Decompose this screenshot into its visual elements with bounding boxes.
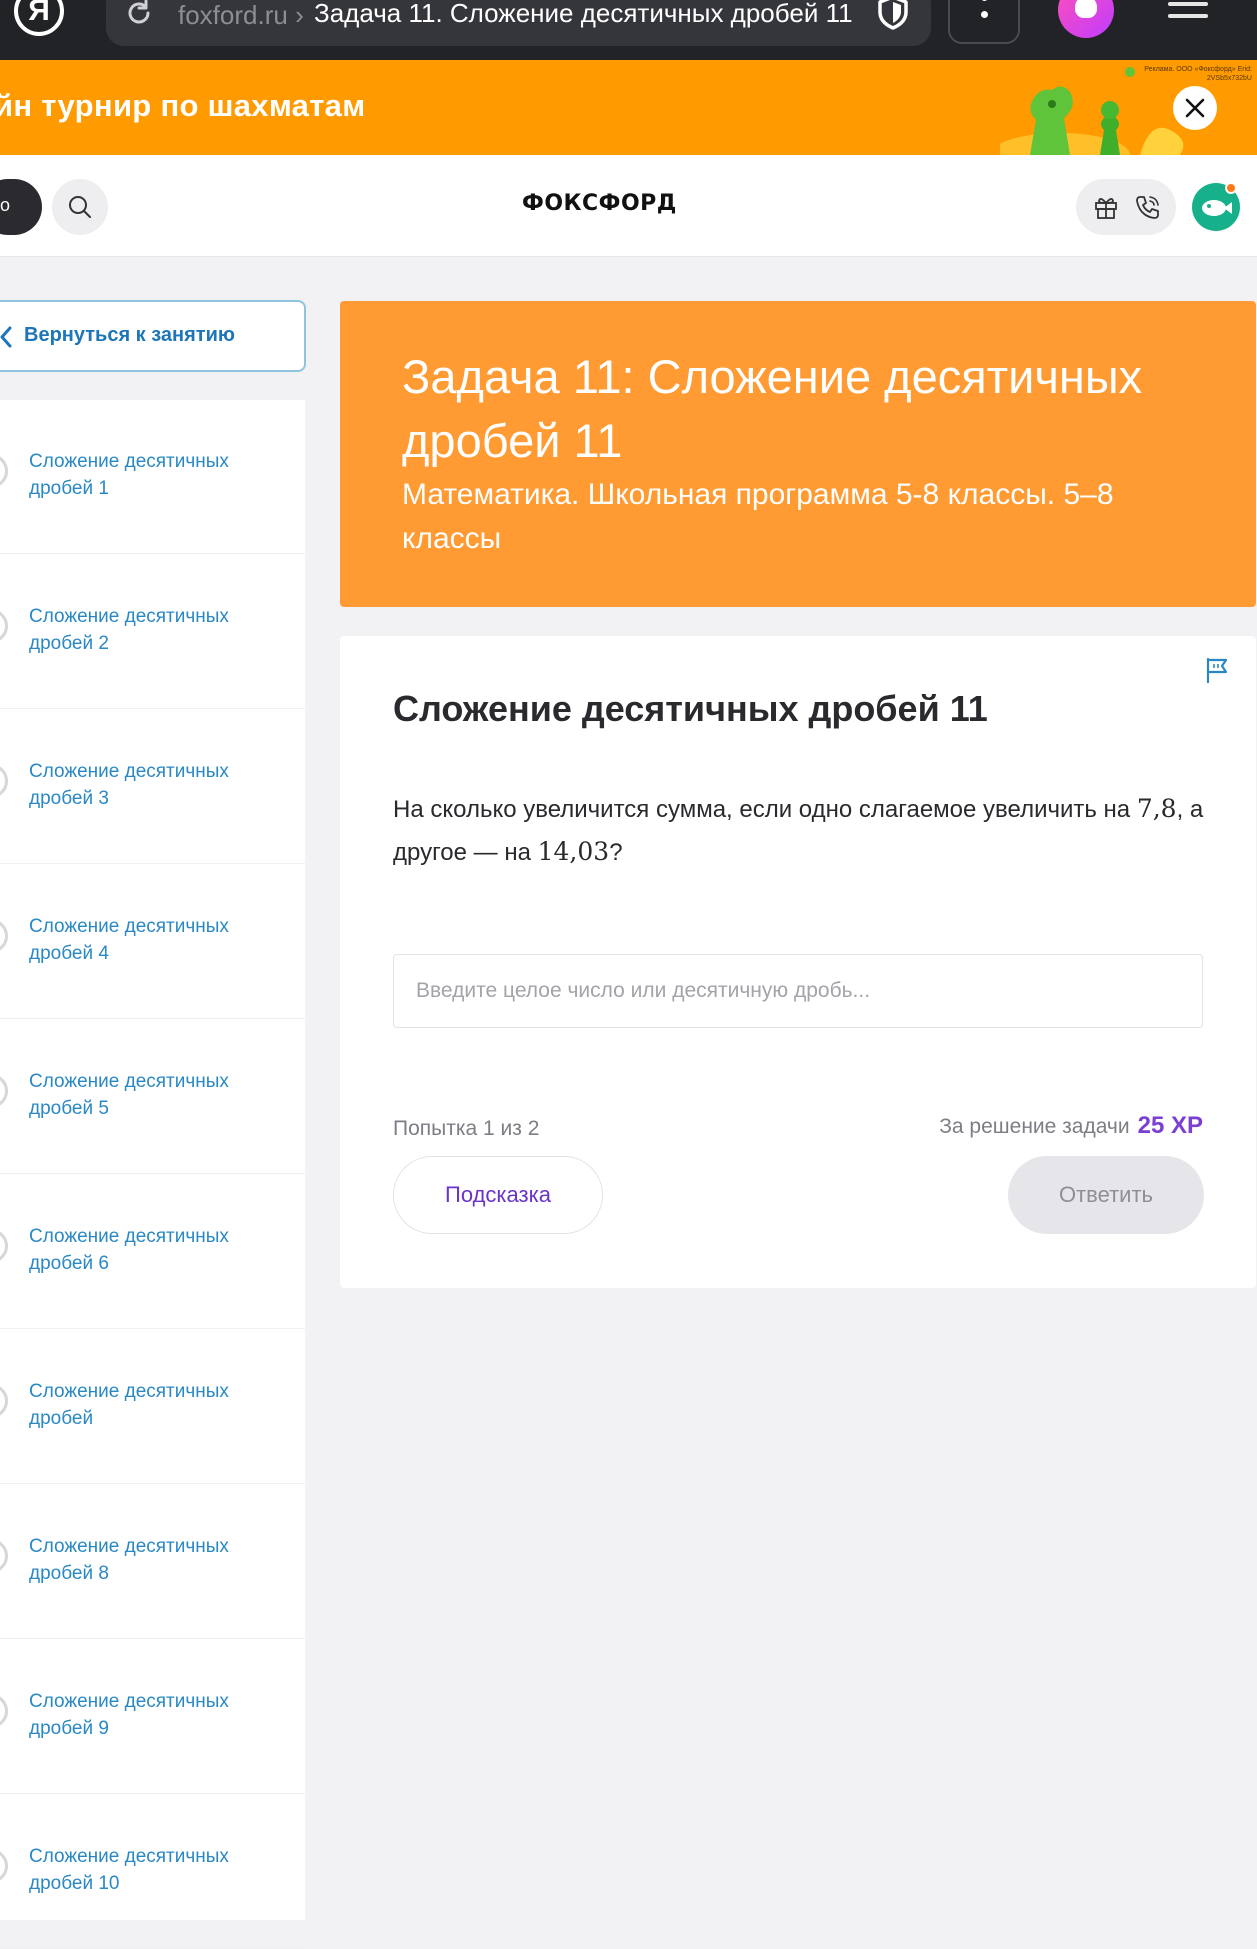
sidebar-item-7[interactable]: Сложение десятичных дробей (0, 1330, 305, 1484)
site-header: о ФОКСФОРД (0, 155, 1257, 257)
question-text: На сколько увеличится сумма, если одно с… (393, 794, 1204, 866)
task-header-card: Задача 11: Сложение десятичных дробей 11… (340, 301, 1256, 607)
sidebar-item-label: Сложение десятичных дробей 10 (29, 1846, 229, 1894)
chevron-left-icon (0, 326, 12, 348)
shield-icon[interactable] (876, 0, 910, 30)
hamburger-icon[interactable] (1168, 2, 1208, 28)
sidebar-item-2[interactable]: Сложение десятичных дробей 2 (0, 555, 305, 709)
ad-text: йн турнир по шахматам (0, 88, 366, 123)
sidebar-item-10[interactable]: Сложение десятичных дробей 10 (0, 1795, 305, 1949)
course-subtitle: Математика. Школьная программа 5-8 класс… (402, 478, 1114, 555)
reward-label: За решение задачи (939, 1115, 1130, 1138)
status-circle-icon (0, 1849, 8, 1883)
sidebar-item-label: Сложение десятичных дробей (29, 1381, 229, 1429)
login-label: о (0, 195, 11, 215)
status-circle-icon (0, 1229, 8, 1263)
sidebar-item-label: Сложение десятичных дробей 6 (29, 1226, 229, 1274)
back-to-lesson-button[interactable]: Вернуться к занятию (0, 300, 306, 372)
task-title: Сложение десятичных дробей 11 (393, 688, 988, 729)
answer-input[interactable] (393, 954, 1203, 1028)
sidebar-item-label: Сложение десятичных дробей 5 (29, 1071, 229, 1119)
value-a: 7,8 (1136, 794, 1177, 823)
sidebar-item-label: Сложение десятичных дробей 1 (29, 451, 229, 499)
task-card: Сложение десятичных дробей 11 На сколько… (340, 636, 1256, 1288)
phone-icon[interactable] (1134, 193, 1162, 221)
alice-icon[interactable] (1058, 0, 1114, 38)
status-circle-icon (0, 1384, 8, 1418)
login-button[interactable]: о (0, 179, 42, 235)
status-circle-icon (0, 1539, 8, 1573)
notification-dot (1225, 182, 1237, 194)
status-circle-icon (0, 609, 8, 643)
sidebar-item-6[interactable]: Сложение десятичных дробей 6 (0, 1175, 305, 1329)
foxford-logo[interactable]: ФОКСФОРД (522, 191, 677, 216)
sidebar-item-8[interactable]: Сложение десятичных дробей 8 (0, 1485, 305, 1639)
hint-button[interactable]: Подсказка (393, 1156, 603, 1234)
status-circle-icon (0, 764, 8, 798)
reload-icon[interactable] (124, 0, 154, 28)
back-label: Вернуться к занятию (24, 324, 235, 346)
sidebar-item-3[interactable]: Сложение десятичных дробей 3 (0, 710, 305, 864)
ad-banner[interactable]: йн турнир по шахматам Реклама. ООО «Фокс… (0, 60, 1257, 155)
sidebar-item-label: Сложение десятичных дробей 2 (29, 606, 229, 654)
task-list: Сложение десятичных дробей 1 Сложение де… (0, 400, 305, 1949)
sidebar-item-label: Сложение десятичных дробей 4 (29, 916, 229, 964)
sidebar-item-1[interactable]: Сложение десятичных дробей 1 (0, 400, 305, 554)
value-b: 14,03 (537, 837, 610, 866)
close-icon[interactable] (1173, 86, 1217, 130)
gift-icon[interactable] (1092, 193, 1120, 221)
submit-button[interactable]: Ответить (1008, 1156, 1204, 1234)
status-circle-icon (0, 1074, 8, 1108)
sidebar-item-label: Сложение десятичных дробей 8 (29, 1536, 229, 1584)
page-title: Задача 11: Сложение десятичных дробей 11 (402, 350, 1143, 467)
ad-disclaimer: Реклама. ООО «Фоксфорд» Erid: 2VSb5x732b… (1144, 66, 1252, 82)
url-page-title: Задача 11. Сложение десятичных дробей 11… (314, 0, 859, 28)
flag-icon[interactable] (1204, 656, 1230, 684)
more-vert-icon[interactable] (948, 0, 1020, 44)
address-bar[interactable]: foxford.ru › Задача 11. Сложение десятич… (106, 0, 931, 46)
browser-toolbar: Я foxford.ru › Задача 11. Сложение десят… (0, 0, 1257, 60)
reward-info: За решение задачи 25 XP (939, 1112, 1203, 1140)
sidebar-item-5[interactable]: Сложение десятичных дробей 5 (0, 1020, 305, 1174)
url-domain: foxford.ru › (178, 0, 304, 30)
status-circle-icon (0, 1694, 8, 1728)
yandex-logo-icon[interactable]: Я (14, 0, 64, 36)
header-actions (1076, 179, 1176, 235)
status-circle-icon (0, 454, 8, 488)
search-icon[interactable] (52, 179, 108, 235)
sidebar-item-label: Сложение десятичных дробей 3 (29, 761, 229, 809)
sidebar-item-9[interactable]: Сложение десятичных дробей 9 (0, 1640, 305, 1794)
reward-xp: 25 XP (1137, 1112, 1203, 1139)
attempt-counter: Попытка 1 из 2 (393, 1117, 540, 1140)
status-circle-icon (0, 919, 8, 953)
sidebar-item-4[interactable]: Сложение десятичных дробей 4 (0, 865, 305, 1019)
sidebar-item-label: Сложение десятичных дробей 9 (29, 1691, 229, 1739)
